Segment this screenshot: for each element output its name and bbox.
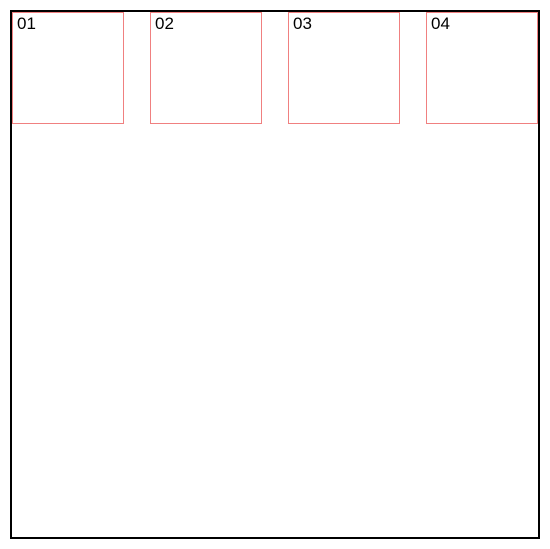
- box-01: 01: [12, 12, 124, 124]
- box-03: 03: [288, 12, 400, 124]
- box-label: 04: [431, 14, 450, 33]
- box-label: 01: [17, 14, 36, 33]
- outer-container: 01 02 03 04: [10, 10, 540, 539]
- box-label: 02: [155, 14, 174, 33]
- box-row: 01 02 03 04: [12, 12, 538, 124]
- box-02: 02: [150, 12, 262, 124]
- box-04: 04: [426, 12, 538, 124]
- box-label: 03: [293, 14, 312, 33]
